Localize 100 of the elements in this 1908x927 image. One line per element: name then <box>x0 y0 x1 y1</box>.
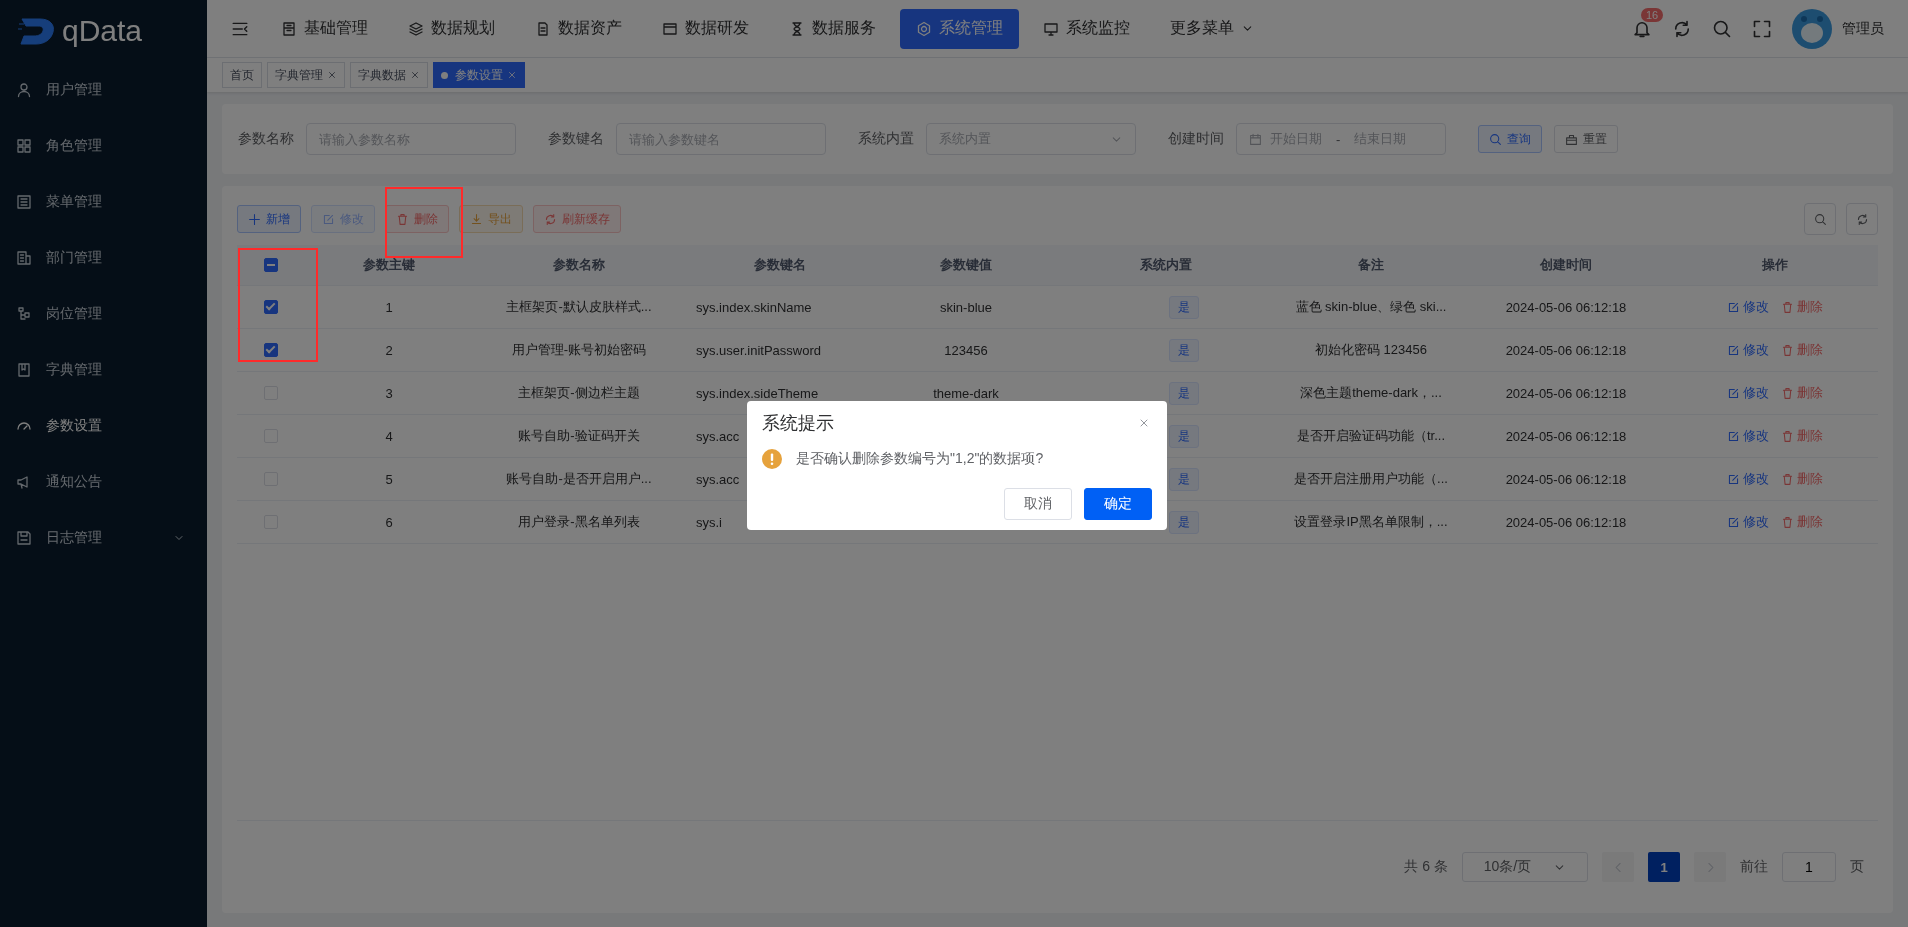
column-header: 参数名称 <box>552 256 606 274</box>
delete-link[interactable]: 删除 <box>1781 470 1823 488</box>
trash-icon <box>396 212 409 226</box>
nav-tab[interactable]: 系统监控 <box>1027 8 1146 49</box>
edit-link[interactable]: 修改 <box>1727 427 1769 445</box>
sidebar-item[interactable]: 日志管理 <box>0 510 207 566</box>
page-number[interactable]: 1 <box>1648 852 1680 882</box>
column-header: 参数键名 <box>753 256 807 274</box>
avatar[interactable] <box>1792 8 1832 49</box>
sidebar-item[interactable]: 菜单管理 <box>0 174 207 230</box>
edit-link[interactable]: 修改 <box>1727 513 1769 531</box>
refresh-icon[interactable] <box>1672 18 1692 39</box>
table-cell: 5 <box>385 471 393 487</box>
search-icon[interactable] <box>1712 18 1732 39</box>
close-icon[interactable] <box>327 70 337 80</box>
status-tag: 是 <box>1169 510 1199 534</box>
edit-link[interactable]: 修改 <box>1727 384 1769 402</box>
filter-label: 参数名称 <box>238 130 294 148</box>
filter-label: 创建时间 <box>1168 130 1224 148</box>
table-cell: 初始化密码 123456 <box>1315 341 1427 359</box>
delete-link[interactable]: 删除 <box>1781 427 1823 445</box>
confirm-button[interactable]: 确定 <box>1084 488 1152 520</box>
save-icon <box>16 530 32 546</box>
close-icon[interactable] <box>1138 417 1150 429</box>
building-icon <box>16 250 32 266</box>
page-tab[interactable]: 首页 <box>222 62 262 88</box>
sidebar-item[interactable]: 用户管理 <box>0 62 207 118</box>
edit-link[interactable]: 修改 <box>1727 298 1769 316</box>
user-name[interactable]: 管理员 <box>1842 19 1884 38</box>
active-dot <box>441 71 448 79</box>
nav-tab[interactable]: 基础管理 <box>265 8 384 49</box>
user-icon <box>16 82 32 98</box>
page-tab[interactable]: 参数设置 <box>433 62 525 88</box>
delete-link[interactable]: 删除 <box>1781 384 1823 402</box>
edit-link[interactable]: 修改 <box>1727 470 1769 488</box>
table-cell: sys.acc <box>696 428 740 444</box>
nav-tab[interactable]: 数据规划 <box>392 8 511 49</box>
toolbar-button[interactable]: 刷新缓存 <box>533 205 621 233</box>
row-checkbox[interactable] <box>263 343 278 357</box>
trash-icon <box>1781 300 1794 314</box>
page-suffix: 页 <box>1850 858 1864 876</box>
calendar-icon <box>1249 132 1262 146</box>
server-icon <box>281 20 297 37</box>
edit-icon <box>1727 429 1740 443</box>
table-cell: 1 <box>385 299 393 315</box>
table-cell: 2024-05-06 06:12:18 <box>1505 471 1627 487</box>
fullscreen-icon[interactable] <box>1752 18 1772 39</box>
nav-tab[interactable]: 系统管理 <box>900 8 1019 49</box>
table-cell: 3 <box>385 385 393 401</box>
close-icon[interactable] <box>507 70 517 80</box>
search-button[interactable]: 查询 <box>1478 125 1542 153</box>
table-cell: 账号自助-验证码开关 <box>518 427 640 445</box>
select-all-checkbox[interactable] <box>263 258 278 272</box>
delete-link[interactable]: 删除 <box>1781 341 1823 359</box>
page-tab[interactable]: 字典管理 <box>267 62 345 88</box>
table-cell: 123456 <box>944 342 988 358</box>
nav-tab[interactable]: 数据资产 <box>519 8 638 49</box>
trash-icon <box>1781 515 1794 529</box>
table-cell: 是否开启注册用户功能（... <box>1294 470 1448 488</box>
column-header: 参数键值 <box>939 256 993 274</box>
status-tag: 是 <box>1169 381 1199 405</box>
trash-icon <box>1781 429 1794 443</box>
nav-tab[interactable]: 数据服务 <box>773 8 892 49</box>
delete-link[interactable]: 删除 <box>1781 298 1823 316</box>
table-cell: 主框架页-侧边栏主题 <box>518 384 640 402</box>
table-cell: 2024-05-06 06:12:18 <box>1505 428 1627 444</box>
refresh-button[interactable] <box>1846 203 1878 235</box>
table-cell: 是否开启验证码功能（tr... <box>1296 427 1446 445</box>
download-icon <box>470 212 483 226</box>
reset-button[interactable]: 重置 <box>1554 125 1618 153</box>
close-icon[interactable] <box>410 70 420 80</box>
document-icon <box>535 20 551 37</box>
toolbar-button[interactable]: 删除 <box>385 205 449 233</box>
table-cell: sys.i <box>696 514 722 530</box>
hexagon-icon <box>916 20 932 37</box>
sidebar-item[interactable]: 通知公告 <box>0 454 207 510</box>
row-checkbox[interactable] <box>263 300 278 314</box>
table-cell: 4 <box>385 428 393 444</box>
page-tab[interactable]: 字典数据 <box>350 62 428 88</box>
edit-link[interactable]: 修改 <box>1727 341 1769 359</box>
sidebar-item[interactable]: 岗位管理 <box>0 286 207 342</box>
sidebar-item[interactable]: 参数设置 <box>0 398 207 454</box>
monitor-icon <box>1043 20 1059 37</box>
sidebar-item[interactable]: 字典管理 <box>0 342 207 398</box>
table-cell: 2 <box>385 342 393 358</box>
nav-tab[interactable]: 更多菜单 <box>1154 8 1270 49</box>
book-icon <box>16 362 32 378</box>
page-input[interactable]: 1 <box>1782 852 1836 882</box>
delete-link[interactable]: 删除 <box>1781 513 1823 531</box>
briefcase-icon <box>1565 132 1578 146</box>
search-button[interactable] <box>1804 203 1836 235</box>
trash-icon <box>1781 472 1794 486</box>
table-cell: 用户管理-账号初始密码 <box>511 341 647 359</box>
toolbar-button[interactable]: 新增 <box>237 205 301 233</box>
sidebar-item[interactable]: 部门管理 <box>0 230 207 286</box>
page-size-select[interactable]: 10条/页 <box>1462 852 1588 882</box>
sidebar-item[interactable]: 角色管理 <box>0 118 207 174</box>
cancel-button[interactable]: 取消 <box>1004 488 1072 520</box>
nav-tab[interactable]: 数据研发 <box>646 8 765 49</box>
notification-badge: 16 <box>1641 7 1664 22</box>
